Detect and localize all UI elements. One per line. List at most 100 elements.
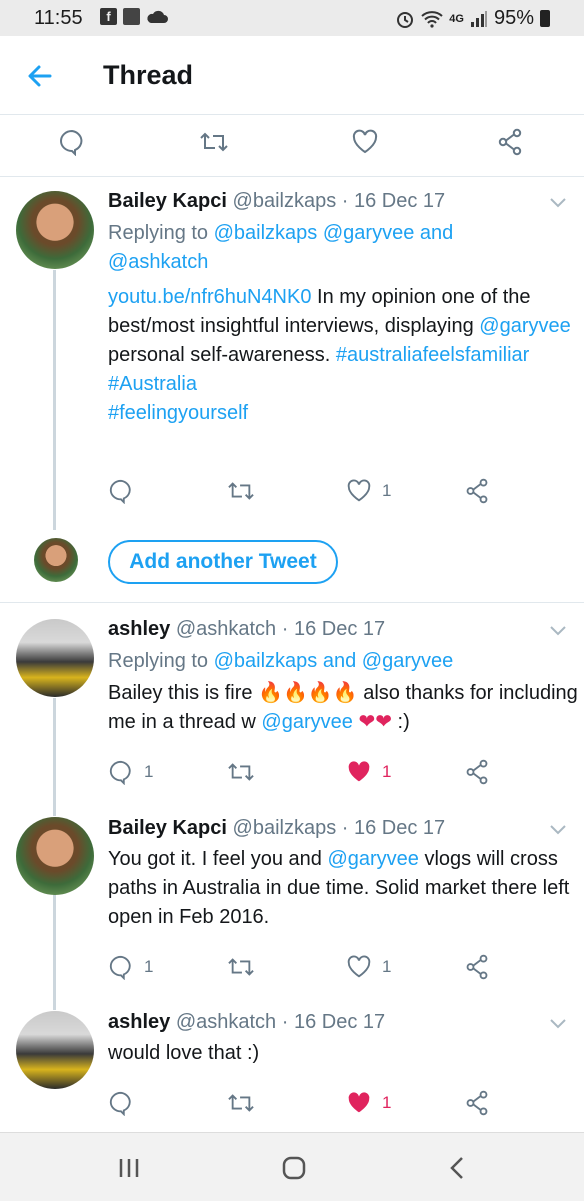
author-name[interactable]: Bailey Kapci (108, 190, 227, 212)
heart-icon (347, 955, 371, 978)
share-icon[interactable] (496, 128, 524, 156)
chevron-down-icon[interactable] (550, 825, 566, 835)
retweet-icon (228, 482, 254, 500)
replying-to: Replying to @bailzkaps and @garyvee (108, 650, 454, 672)
tweet-text: You got it. I feel you and @garyvee vlog… (108, 848, 570, 928)
tweet-actions: 1 (108, 1090, 568, 1120)
like-button[interactable]: 1 (346, 478, 391, 504)
back-nav-icon[interactable] (448, 1155, 466, 1181)
share-icon (466, 478, 488, 504)
share-icon (466, 759, 488, 785)
tweet-date: · 16 Dec 17 (341, 817, 446, 839)
recents-icon[interactable] (117, 1157, 141, 1179)
author-handle: @bailzkaps (232, 817, 337, 839)
retweet-button[interactable] (226, 759, 256, 785)
tweet-actions: 1 (108, 478, 568, 508)
notification-icons: f (100, 8, 168, 25)
avatar[interactable] (16, 619, 94, 697)
retweet-button[interactable] (226, 954, 256, 980)
mention-link[interactable]: @bailzkaps (214, 222, 318, 244)
share-icon (466, 1090, 488, 1116)
home-icon[interactable] (281, 1155, 307, 1181)
author-name[interactable]: ashley (108, 618, 170, 640)
reply-icon[interactable] (58, 128, 86, 156)
heart-filled-icon (348, 1092, 370, 1113)
mention-link[interactable]: @garyvee (323, 222, 414, 244)
heart-filled-icon (348, 761, 370, 782)
heart-icon (347, 479, 371, 502)
chevron-down-icon[interactable] (550, 1019, 566, 1029)
tweet-header: ashley @ashkatch · 16 Dec 17 (108, 618, 385, 641)
cloud-icon (147, 10, 168, 23)
hashtag-link[interactable]: #Australia (108, 373, 197, 395)
divider (0, 602, 584, 603)
tweet-header: Bailey Kapci @bailzkaps · 16 Dec 17 (108, 190, 445, 213)
mention-link[interactable]: @garyvee (362, 650, 453, 672)
thread-line (53, 698, 56, 816)
tweet-date: · 16 Dec 17 (281, 618, 386, 640)
parent-tweet-actions (0, 114, 584, 177)
reply-count: 1 (144, 957, 154, 976)
system-nav-bar (0, 1132, 584, 1201)
tweet-actions: 1 1 (108, 759, 568, 789)
mention-link[interactable]: @garyvee (327, 848, 418, 870)
reply-button[interactable] (108, 478, 134, 504)
retweet-icon[interactable] (198, 128, 230, 156)
heart-emoji: ❤❤ (358, 711, 392, 733)
mention-link[interactable]: @ashkatch (108, 251, 208, 273)
mention-link[interactable]: @garyvee (479, 315, 570, 337)
hashtag-link[interactable]: #feelingyourself (108, 402, 248, 424)
wifi-icon (421, 10, 443, 28)
battery-icon (540, 10, 550, 27)
reply-button[interactable]: 1 (108, 759, 153, 785)
mention-link[interactable]: @garyvee (261, 711, 352, 733)
share-button[interactable] (464, 478, 490, 504)
like-count: 1 (382, 957, 392, 976)
share-icon (466, 954, 488, 980)
reply-icon (109, 955, 131, 980)
tweet-text: Bailey this is fire 🔥🔥🔥🔥 also thanks for… (108, 679, 578, 737)
tweet-header: Bailey Kapci @bailzkaps · 16 Dec 17 (108, 817, 445, 840)
like-button[interactable]: 1 (346, 759, 391, 785)
avatar[interactable] (16, 817, 94, 895)
status-bar: 11:55 f 4G 95% (0, 0, 584, 36)
chevron-down-icon[interactable] (550, 626, 566, 636)
back-arrow-icon[interactable] (24, 60, 56, 92)
retweet-button[interactable] (226, 1090, 256, 1116)
reply-count: 1 (144, 762, 154, 781)
reply-icon (109, 1091, 131, 1116)
avatar-small (34, 538, 78, 582)
thread-line (53, 270, 56, 530)
like-button[interactable]: 1 (346, 1090, 391, 1116)
reply-button[interactable] (108, 1090, 134, 1116)
retweet-button[interactable] (226, 478, 256, 504)
retweet-icon (228, 958, 254, 976)
reply-button[interactable]: 1 (108, 954, 153, 980)
chevron-down-icon[interactable] (550, 198, 566, 208)
facebook-icon: f (100, 8, 117, 25)
author-handle: @bailzkaps (232, 190, 337, 212)
heart-icon[interactable] (351, 128, 379, 156)
author-name[interactable]: Bailey Kapci (108, 817, 227, 839)
author-name[interactable]: ashley (108, 1011, 170, 1033)
hashtag-link[interactable]: #australiafeelsfamiliar (336, 344, 529, 366)
avatar[interactable] (16, 191, 94, 269)
like-button[interactable]: 1 (346, 954, 391, 980)
share-button[interactable] (464, 759, 490, 785)
share-button[interactable] (464, 954, 490, 980)
tweet-text: would love that :) (108, 1042, 260, 1064)
retweet-icon (228, 763, 254, 781)
retweet-icon (228, 1094, 254, 1112)
gallery-icon (123, 8, 140, 25)
like-count: 1 (382, 481, 392, 500)
mention-link[interactable]: @bailzkaps (214, 650, 318, 672)
avatar[interactable] (16, 1011, 94, 1089)
reply-icon (109, 760, 131, 785)
tweet-actions: 1 1 (108, 954, 568, 984)
url-link[interactable]: youtu.be/nfr6huN4NK0 (108, 286, 311, 308)
share-button[interactable] (464, 1090, 490, 1116)
add-another-tweet-button[interactable]: Add another Tweet (108, 540, 338, 584)
author-handle: @ashkatch (175, 1011, 277, 1033)
page-title: Thread (103, 60, 194, 90)
tweet-text: youtu.be/nfr6huN4NK0 In my opinion one o… (108, 286, 571, 424)
